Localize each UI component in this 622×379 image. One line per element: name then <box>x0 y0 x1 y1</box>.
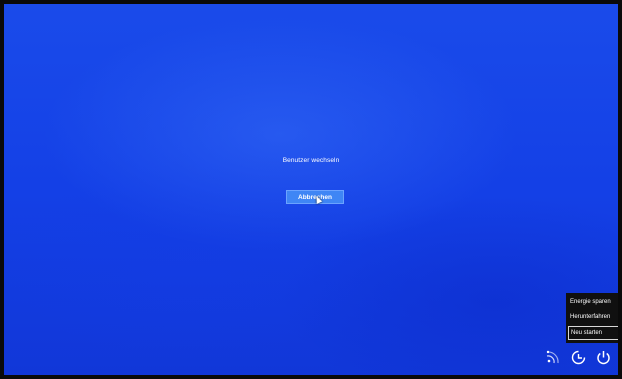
lock-screen: Benutzer wechseln Abbrechen Energie spar… <box>4 4 618 375</box>
menu-item-shutdown[interactable]: Herunterfahren <box>566 310 618 325</box>
dialog-title: Benutzer wechseln <box>282 157 340 164</box>
ease-of-access-icon[interactable] <box>569 349 587 365</box>
menu-item-restart[interactable]: Neu starten <box>568 326 618 340</box>
menu-item-sleep[interactable]: Energie sparen <box>566 295 618 310</box>
network-icon[interactable] <box>544 349 562 365</box>
monitor-frame: Benutzer wechseln Abbrechen Energie spar… <box>0 0 622 379</box>
power-icon[interactable] <box>594 349 612 365</box>
power-menu: Energie sparen Herunterfahren Neu starte… <box>566 293 618 343</box>
